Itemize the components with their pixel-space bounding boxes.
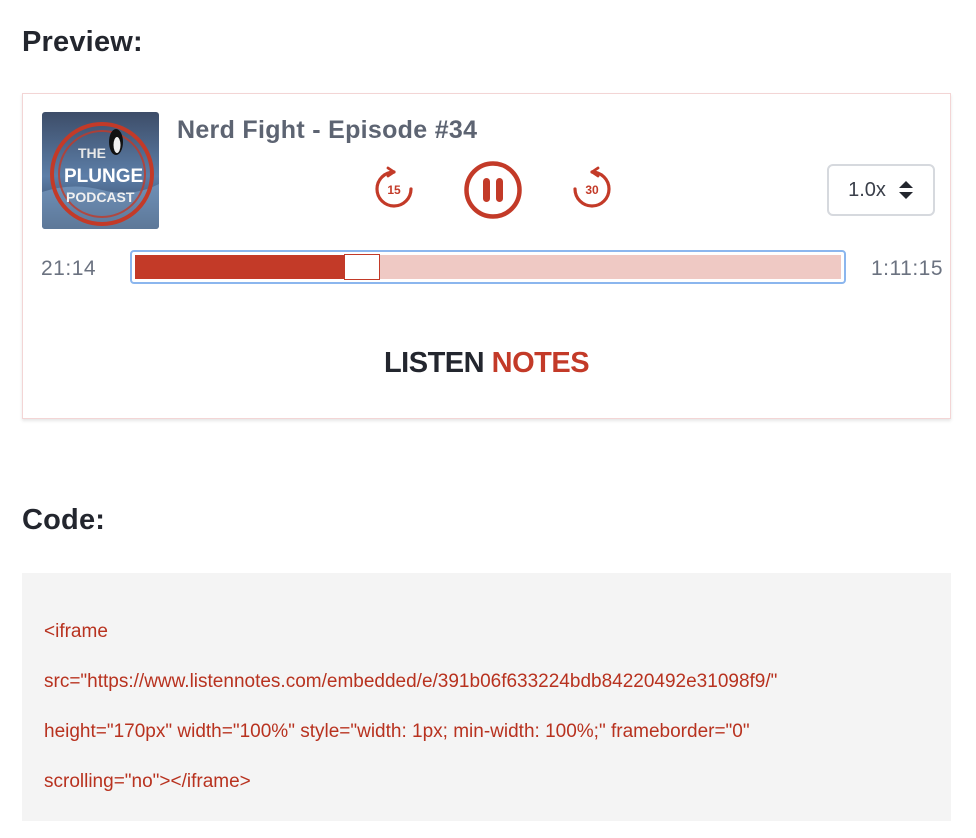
code-line: scrolling="no"></iframe> xyxy=(44,771,251,792)
listen-notes-logo[interactable]: LISTEN NOTES xyxy=(23,347,950,380)
code-line: src="https://www.listennotes.com/embedde… xyxy=(44,671,778,692)
episode-title: Nerd Fight - Episode #34 xyxy=(177,116,478,144)
progress-bar[interactable] xyxy=(130,250,846,284)
cover-text-line-1: THE xyxy=(78,145,106,161)
embed-code-block[interactable]: <iframe src="https://www.listennotes.com… xyxy=(22,573,951,821)
logo-text-notes: NOTES xyxy=(491,347,590,379)
current-time: 21:14 xyxy=(41,257,97,280)
fast-forward-icon: 30 xyxy=(573,166,611,208)
rewind-15-button[interactable]: 15 xyxy=(371,166,417,212)
code-line: <iframe xyxy=(44,621,108,642)
code-line: height="170px" width="100%" style="width… xyxy=(44,721,750,742)
embedded-podcast-player: THE PLUNGE PODCAST Nerd Fight - Episode … xyxy=(22,93,951,419)
progress-track[interactable] xyxy=(135,254,841,280)
pause-button[interactable] xyxy=(463,160,523,220)
cover-text-line-2: PLUNGE xyxy=(64,166,143,187)
total-duration: 1:11:15 xyxy=(871,257,944,280)
sort-arrows-icon xyxy=(898,181,913,199)
playback-speed-select[interactable]: 1.0x xyxy=(827,164,935,216)
code-heading: Code: xyxy=(22,504,106,536)
forward-30-button[interactable]: 30 xyxy=(569,166,615,212)
logo-text-listen: LISTEN xyxy=(383,347,485,379)
playback-speed-value: 1.0x xyxy=(848,178,886,201)
rewind-seconds-label: 15 xyxy=(387,183,401,197)
preview-heading: Preview: xyxy=(22,26,143,58)
forward-seconds-label: 30 xyxy=(585,183,599,197)
pause-icon xyxy=(464,161,522,219)
progress-handle[interactable] xyxy=(344,254,381,280)
cover-text-line-3: PODCAST xyxy=(66,189,135,205)
rewind-icon: 15 xyxy=(375,166,413,208)
progress-fill xyxy=(135,255,346,279)
podcast-cover-art: THE PLUNGE PODCAST xyxy=(42,112,159,229)
